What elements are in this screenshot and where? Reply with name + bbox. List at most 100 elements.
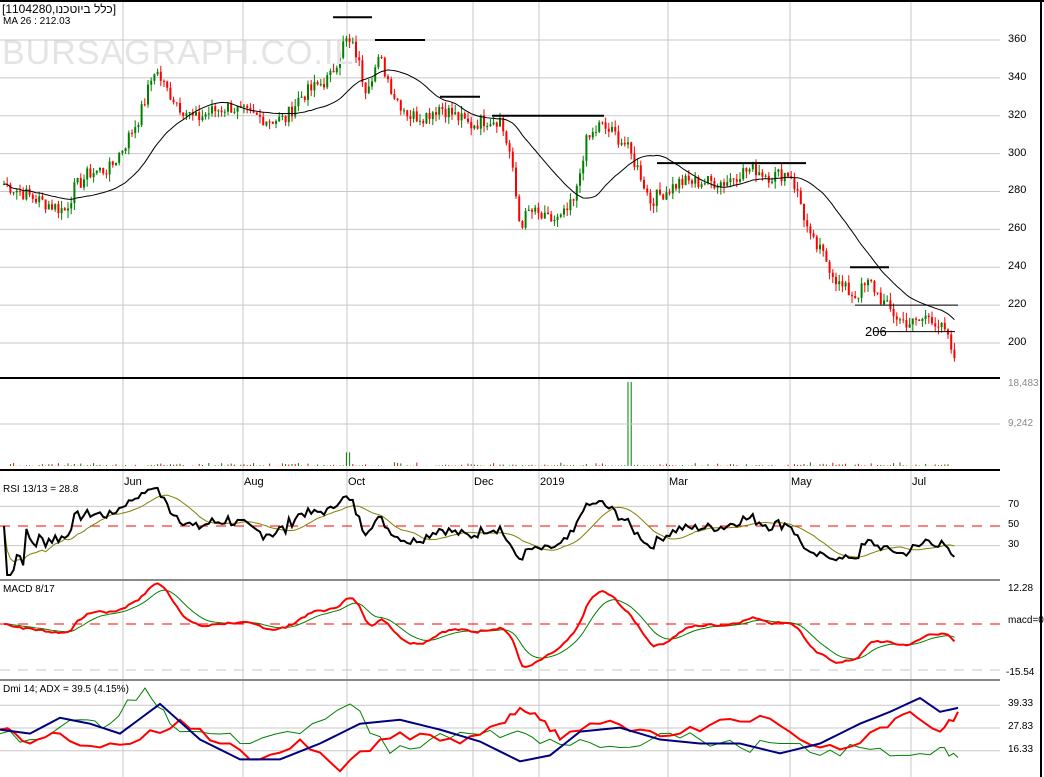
price-tick: 260 — [1008, 222, 1027, 235]
candle-body — [169, 87, 172, 100]
candle-body — [179, 102, 181, 113]
candle-body — [284, 115, 287, 123]
candle-body — [681, 178, 684, 185]
candle-body — [371, 81, 373, 87]
candle-body — [102, 168, 105, 174]
candle-body — [131, 132, 133, 134]
candle-body — [694, 177, 697, 184]
candle-body — [806, 220, 809, 227]
candle-body — [521, 221, 524, 228]
candle-body — [726, 182, 729, 186]
candle-body — [675, 184, 677, 189]
volume-tick: 9,242 — [1008, 418, 1034, 429]
rsi-tick: 30 — [1008, 538, 1020, 550]
chart-window: BURSAGRAPH.CO.IL [1104280,כלל ביוטכנו] M… — [0, 0, 1044, 777]
price-tick: 360 — [1008, 32, 1027, 45]
candle-body — [300, 96, 303, 98]
ma-label: MA 26 : 212.03 — [3, 16, 71, 27]
candle-body — [470, 121, 473, 129]
candle-body — [780, 169, 783, 182]
candle-body — [118, 152, 121, 163]
candle-body — [220, 110, 223, 113]
price-tick: 220 — [1008, 298, 1027, 311]
candle-body — [403, 110, 405, 112]
candle-body — [163, 80, 165, 82]
candle-body — [540, 213, 543, 219]
candle-body — [940, 322, 943, 328]
candle-body — [505, 131, 508, 144]
candle-body — [198, 112, 201, 121]
candle-body — [815, 236, 818, 250]
candle-body — [863, 283, 866, 286]
candle-body — [636, 165, 639, 168]
candle-body — [447, 107, 450, 118]
candle-body — [838, 281, 841, 285]
candle-body — [895, 316, 898, 320]
candle-body — [451, 107, 453, 115]
candle-body — [899, 319, 901, 321]
candle-body — [127, 132, 130, 149]
minus-di-line — [0, 687, 959, 758]
candle-body — [233, 111, 236, 113]
candle-body — [175, 102, 178, 104]
dmi-tick: 27.83 — [1008, 721, 1034, 732]
candle-body — [582, 160, 585, 174]
candle-body — [323, 84, 325, 88]
candle-body — [159, 71, 162, 81]
candle-body — [595, 131, 597, 133]
candle-body — [243, 105, 245, 107]
candle-body — [831, 272, 834, 277]
macd-tick: 12.28 — [1008, 583, 1034, 594]
candle-body — [387, 76, 389, 80]
month-label: 2019 — [540, 476, 565, 488]
candle-body — [406, 110, 409, 117]
candle-body — [473, 125, 476, 129]
candle-body — [166, 81, 169, 88]
price-tick: 300 — [1008, 146, 1027, 159]
candle-body — [60, 208, 63, 214]
candle-body — [95, 170, 98, 174]
candle-body — [79, 177, 82, 188]
candle-body — [294, 106, 297, 117]
candle-body — [476, 125, 479, 129]
candle-body — [396, 98, 399, 101]
candle-body — [668, 192, 671, 194]
candle-body — [758, 172, 761, 176]
candle-body — [902, 319, 905, 321]
candle-body — [67, 208, 69, 211]
candle-body — [607, 128, 610, 132]
candle-body — [153, 74, 156, 81]
candle-body — [809, 226, 812, 234]
candle-body — [764, 175, 767, 177]
candle-body — [479, 115, 482, 129]
candle-body — [566, 208, 569, 211]
candle-body — [883, 300, 885, 305]
candle-body — [511, 151, 514, 168]
candle-body — [527, 209, 530, 212]
candle-body — [735, 179, 738, 182]
candle-body — [438, 107, 441, 115]
candle-body — [204, 114, 207, 117]
candle-body — [409, 116, 412, 119]
candle-body — [614, 126, 617, 132]
candle-body — [111, 161, 114, 165]
candle-body — [748, 169, 751, 172]
candle-body — [761, 172, 764, 177]
candle-body — [774, 171, 777, 182]
candle-body — [860, 283, 863, 298]
candle-body — [319, 84, 322, 86]
candle-body — [799, 190, 802, 205]
candle-body — [454, 112, 457, 115]
price-tick: 280 — [1008, 184, 1027, 197]
candle-body — [953, 349, 956, 359]
month-label: May — [791, 476, 812, 488]
candle-body — [793, 178, 796, 190]
candle-body — [854, 295, 857, 299]
candle-body — [268, 121, 271, 123]
candle-body — [31, 194, 34, 199]
candle-body — [534, 207, 537, 212]
candle-body — [262, 116, 265, 126]
candle-body — [412, 111, 415, 119]
candle-body — [377, 56, 380, 68]
candle-body — [518, 196, 521, 222]
